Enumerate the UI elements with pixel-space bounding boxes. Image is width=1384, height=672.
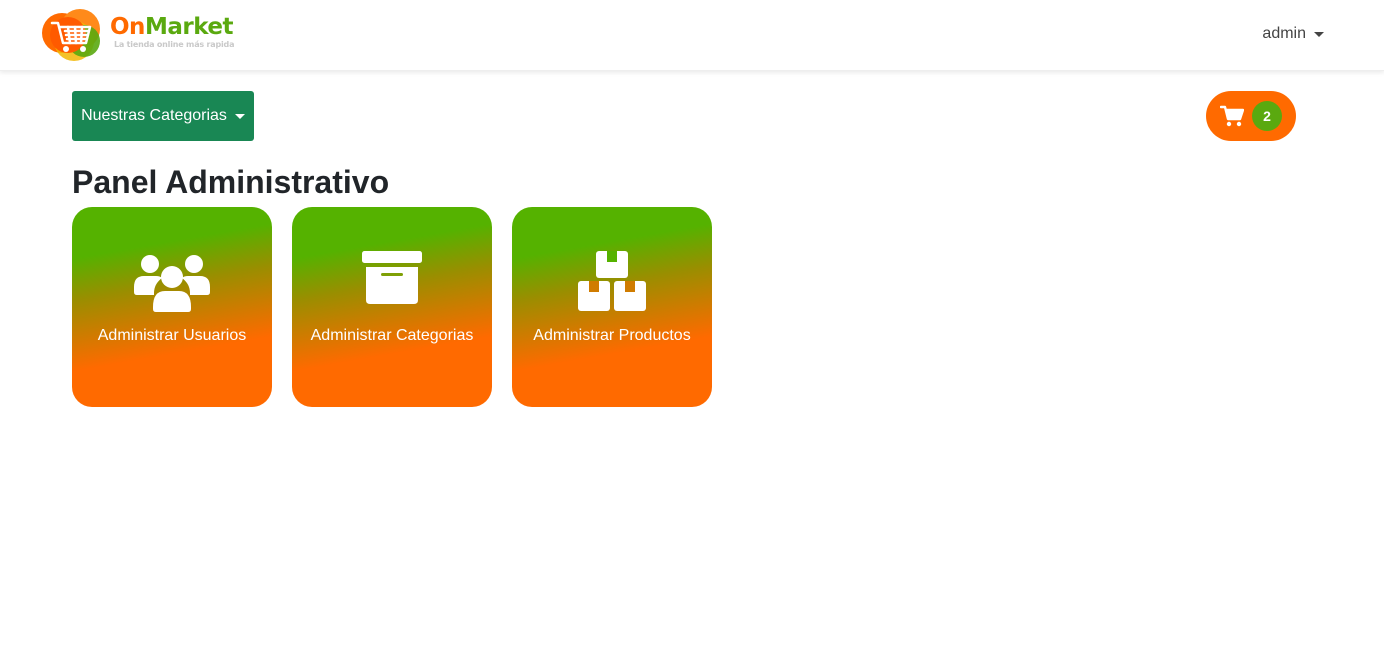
cart-count-badge: 2 bbox=[1252, 101, 1282, 131]
manage-users-tile[interactable]: Administrar Usuarios bbox=[72, 207, 272, 407]
top-navbar: OnMarket La tienda online más rapida adm… bbox=[0, 0, 1384, 71]
users-icon bbox=[134, 255, 210, 312]
shopping-cart-logo-icon bbox=[42, 9, 100, 61]
brand-name: OnMarket bbox=[110, 14, 234, 40]
caret-down-icon bbox=[1314, 31, 1324, 37]
manage-categories-label: Administrar Categorias bbox=[310, 327, 474, 344]
manage-users-label: Administrar Usuarios bbox=[97, 327, 247, 344]
brand-logo[interactable]: OnMarket La tienda online más rapida bbox=[40, 5, 234, 63]
page-title: Panel Administrativo bbox=[72, 164, 390, 200]
cart-button[interactable]: 2 bbox=[1206, 91, 1296, 141]
boxes-icon bbox=[578, 251, 646, 311]
user-dropdown[interactable]: admin bbox=[1262, 25, 1324, 43]
brand-name-part2: Market bbox=[144, 14, 234, 40]
user-name: admin bbox=[1262, 25, 1306, 42]
manage-categories-tile[interactable]: Administrar Categorias bbox=[292, 207, 492, 407]
brand-text: OnMarket La tienda online más rapida bbox=[110, 14, 234, 50]
manage-products-tile[interactable]: Administrar Productos bbox=[512, 207, 712, 407]
categories-dropdown-button[interactable]: Nuestras Categorias bbox=[72, 91, 254, 141]
caret-down-icon bbox=[234, 113, 245, 119]
brand-name-part1: On bbox=[110, 14, 145, 40]
brand-tagline: La tienda online más rapida bbox=[114, 40, 235, 49]
manage-products-label: Administrar Productos bbox=[533, 327, 691, 344]
archive-box-icon bbox=[362, 251, 422, 304]
shopping-cart-icon bbox=[1220, 105, 1244, 127]
admin-tiles: Administrar Usuarios Administrar Categor… bbox=[72, 207, 712, 407]
categories-button-label: Nuestras Categorias bbox=[81, 107, 227, 124]
